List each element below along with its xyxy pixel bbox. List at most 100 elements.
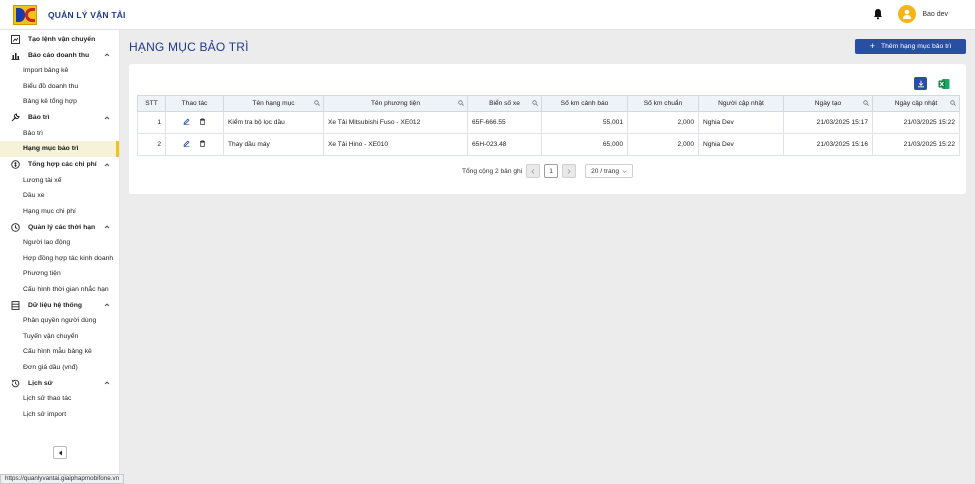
cell-nguoi-cap-nhat: Nghia Dev	[698, 111, 784, 134]
search-icon	[314, 100, 320, 106]
cell-so-km-canh-bao: 55,001	[541, 111, 628, 134]
column-header-ngay-tao[interactable]: Ngày tạo	[783, 95, 873, 112]
avatar[interactable]	[898, 5, 917, 23]
logo[interactable]	[13, 4, 37, 25]
cell-bien-so-xe: 65H-023.48	[467, 133, 542, 156]
column-header-ten-hang-muc[interactable]: Tên hạng mục	[223, 95, 324, 112]
add-maintenance-item-button[interactable]: + Thêm hạng mục bảo trì	[855, 39, 966, 54]
search-icon	[863, 100, 869, 106]
cell-ten-phuong-tien: Xe Tải Hino - XE010	[323, 133, 468, 156]
column-header-ngay-cap-nhat[interactable]: Ngày cập nhật	[872, 95, 960, 112]
cell-stt: 2	[137, 133, 166, 156]
edit-icon[interactable]	[183, 140, 190, 147]
total-records: Tổng cộng 2 bản ghi	[462, 167, 523, 175]
cell-ten-hang-muc: Thay dầu máy	[223, 133, 324, 156]
sidebar-item-lich-su-import[interactable]: Lịch sử import	[0, 407, 119, 423]
sidebar-group-chi-phi[interactable]: Tổng hợp các chi phí	[0, 157, 119, 173]
app-title: QUẢN LÝ VẬN TẢI	[48, 9, 126, 20]
chevron-up-icon	[104, 115, 110, 119]
cell-bien-so-xe: 65F-666.55	[467, 111, 542, 134]
bar-chart-icon	[11, 51, 20, 60]
cell-ten-phuong-tien: Xe Tải Mitsubishi Fuso - XE012	[323, 111, 468, 134]
table-row: 1 Kiểm tra bộ lọc dầu Xe Tải Mitsubishi …	[137, 111, 960, 134]
database-icon	[11, 300, 20, 310]
next-page-button[interactable]	[562, 164, 577, 178]
page-number-button[interactable]: 1	[544, 164, 559, 178]
history-icon	[11, 379, 20, 388]
cell-actions	[165, 111, 224, 134]
sidebar-item-luong-tai-xe[interactable]: Lương tài xế	[0, 173, 119, 189]
sidebar-group-label: Báo cáo doanh thu	[28, 51, 90, 59]
sidebar-item-hang-muc-chi-phi[interactable]: Hạng mục chi phí	[0, 204, 119, 220]
export-button[interactable]	[914, 77, 927, 90]
sidebar-group-bao-cao[interactable]: Báo cáo doanh thu	[0, 47, 119, 63]
search-icon	[950, 100, 956, 106]
edit-icon[interactable]	[183, 118, 190, 125]
cell-ngay-tao: 21/03/2025 15:17	[783, 111, 873, 134]
column-header-so-km-canh-bao[interactable]: Số km cảnh báo	[541, 95, 628, 112]
sidebar-item-bang-ke-tong-hop[interactable]: Bảng kê tổng hợp	[0, 94, 119, 110]
sidebar-group-bao-tri[interactable]: Bảo trì	[0, 110, 119, 126]
sidebar-group-label: Lịch sử	[28, 379, 53, 387]
column-header-label: Tên hạng mục	[252, 100, 295, 107]
cell-ngay-cap-nhat: 21/03/2025 15:22	[872, 111, 960, 134]
column-header-nguoi-cap-nhat[interactable]: Người cập nhật	[698, 95, 784, 112]
sidebar-item-nguoi-lao-dong[interactable]: Người lao động	[0, 235, 119, 251]
column-header-so-km-chuan[interactable]: Số km chuẩn	[627, 95, 699, 112]
column-header-label: Ngày cập nhật	[894, 100, 938, 107]
sidebar-item-cau-hinh-mau[interactable]: Cấu hình mẫu bảng kê	[0, 344, 119, 360]
column-header-stt[interactable]: STT	[137, 95, 166, 112]
content-panel: STT Thao tác Tên hạng mục Tên phương tiệ…	[129, 64, 966, 194]
sidebar-item-import-bang-ke[interactable]: Import bảng kê	[0, 63, 119, 79]
collapse-sidebar-button[interactable]	[53, 446, 67, 459]
sidebar-item-lich-su-thao-tac[interactable]: Lịch sử thao tác	[0, 391, 119, 407]
sidebar-item-don-gia-dau[interactable]: Đơn giá dầu (vnđ)	[0, 360, 119, 376]
cost-icon	[11, 160, 20, 169]
search-icon	[532, 100, 538, 106]
chevron-up-icon	[104, 225, 110, 229]
sidebar-item-dau-xe[interactable]: Dầu xe	[0, 188, 119, 204]
sidebar-group-label: Bảo trì	[28, 114, 50, 121]
bell-icon[interactable]	[872, 8, 884, 20]
sidebar-item-phuong-tien[interactable]: Phương tiện	[0, 266, 119, 282]
delete-icon[interactable]	[199, 118, 206, 125]
chevron-up-icon	[104, 381, 110, 385]
column-header-thao-tac[interactable]: Thao tác	[165, 95, 224, 112]
prev-page-button[interactable]	[526, 164, 541, 178]
sidebar-group-label: Dữ liệu hệ thống	[28, 301, 83, 309]
sidebar-group-du-lieu[interactable]: Dữ liệu hệ thống	[0, 297, 119, 313]
cell-so-km-chuan: 2,000	[627, 111, 699, 134]
status-url: https://quanlyvantai.giaiphapmobifone.vn	[0, 474, 125, 484]
sidebar-item-phan-quyen[interactable]: Phân quyền người dùng	[0, 313, 119, 329]
sidebar-group-tao-lenh[interactable]: Tạo lệnh vận chuyển	[0, 31, 119, 47]
sidebar-item-hang-muc-bao-tri[interactable]: Hạng mục bảo trì	[0, 141, 119, 157]
cell-so-km-canh-bao: 65,000	[541, 133, 628, 156]
page-size-select[interactable]: 20 / trang	[585, 164, 634, 178]
plus-icon: +	[869, 41, 875, 51]
sidebar-item-cau-hinh-nhac-han[interactable]: Cấu hình thời gian nhắc hạn	[0, 282, 119, 298]
delete-icon[interactable]	[199, 140, 206, 147]
excel-icon[interactable]	[937, 77, 950, 90]
column-header-bien-so-xe[interactable]: Biển số xe	[467, 95, 542, 112]
sidebar-item-hop-dong[interactable]: Hợp đồng hợp tác kinh doanh	[0, 251, 119, 267]
user-icon	[903, 9, 912, 19]
sidebar-group-label: Tạo lệnh vận chuyển	[28, 35, 96, 43]
sidebar-item-tuyen-van-chuyen[interactable]: Tuyến vận chuyển	[0, 329, 119, 345]
cell-nguoi-cap-nhat: Nghia Dev	[698, 133, 784, 156]
column-header-ten-phuong-tien[interactable]: Tên phương tiện	[323, 95, 468, 112]
page-title: HẠNG MỤC BẢO TRÌ	[129, 40, 249, 54]
caret-left-icon	[58, 450, 62, 455]
clock-icon	[11, 222, 20, 232]
search-icon	[458, 100, 464, 106]
sidebar-item-bao-tri[interactable]: Bảo trì	[0, 126, 119, 142]
page-size-value: 20 / trang	[591, 167, 619, 175]
cell-ngay-cap-nhat: 21/03/2025 15:22	[872, 133, 960, 156]
sidebar-item-bieu-do-doanh-thu[interactable]: Biểu đồ doanh thu	[0, 79, 119, 95]
cell-so-km-chuan: 2,000	[627, 133, 699, 156]
chevron-up-icon	[104, 53, 110, 57]
column-header-label: Ngày tạo	[814, 100, 842, 107]
sidebar-group-lich-su[interactable]: Lịch sử	[0, 375, 119, 391]
username[interactable]: Bao dev	[922, 11, 948, 18]
sidebar-group-thoi-han[interactable]: Quản lý các thời hạn	[0, 219, 119, 235]
download-icon	[917, 80, 924, 87]
